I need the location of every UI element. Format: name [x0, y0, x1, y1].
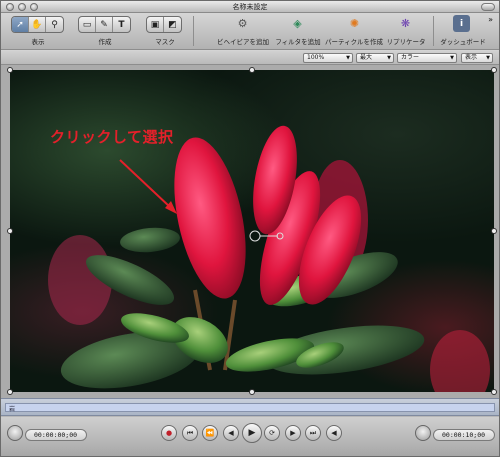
timeline-layer-bar[interactable]: 岩 — [5, 403, 495, 413]
title-bar[interactable]: 名称未設定 — [1, 1, 499, 13]
transform-handle[interactable] — [491, 228, 497, 234]
duration-field[interactable]: 00:00:10;00 — [433, 429, 495, 441]
toolbar-toggle-button[interactable] — [481, 3, 495, 11]
render-quality-value: 最大 — [360, 54, 373, 61]
audio-button[interactable]: ◀ — [326, 425, 342, 441]
add-filter-label[interactable]: フィルタを追加 — [273, 36, 323, 46]
current-time-field[interactable]: 00:00:00;00 — [25, 429, 87, 441]
zoom-level-select[interactable]: 100% ▼ — [303, 53, 353, 63]
select-arrow-icon[interactable]: ➚ — [12, 17, 29, 32]
view-options-select[interactable]: 表示 ▼ — [461, 53, 493, 63]
filter-icon[interactable]: ◈ — [289, 15, 306, 32]
toolbar: ➚ ✋ ⚲ 表示 ▭ ✎ T 作成 ▣ ◩ マスク ⚙ ビヘイビアを追加 ◈ フ… — [1, 13, 499, 50]
channels-select[interactable]: カラー ▼ — [397, 53, 457, 63]
canvas-image[interactable] — [10, 70, 494, 392]
create-tools-label: 作成 — [98, 38, 112, 46]
go-to-end-button[interactable]: ⏭ — [305, 425, 321, 441]
channels-value: カラー — [401, 54, 420, 61]
bezier-tool-icon[interactable]: ✎ — [96, 17, 113, 32]
mask-bezier-icon[interactable]: ◩ — [164, 17, 181, 32]
toolbar-divider — [193, 16, 194, 46]
zoom-level-value: 100% — [307, 54, 325, 61]
toolbar-overflow-icon[interactable]: » — [488, 15, 493, 24]
loop-button[interactable]: ⟳ — [264, 425, 280, 441]
create-tools-group: ▭ ✎ T — [78, 16, 131, 33]
transform-handle[interactable] — [7, 228, 13, 234]
dropdown-arrow-icon: ▼ — [450, 55, 454, 61]
canvas-options-bar: 100% ▼ 最大 ▼ カラー ▼ 表示 ▼ — [1, 51, 499, 65]
mask-rectangle-icon[interactable]: ▣ — [147, 17, 164, 32]
add-behavior-label[interactable]: ビヘイビアを追加 — [213, 36, 273, 46]
previous-frame-button[interactable]: ◀ — [223, 425, 239, 441]
pan-hand-icon[interactable]: ✋ — [29, 17, 46, 32]
duration-clock-icon[interactable] — [415, 425, 431, 441]
transform-handle[interactable] — [491, 67, 497, 73]
particle-icon[interactable]: ✺ — [346, 15, 363, 32]
transform-handle[interactable] — [249, 67, 255, 73]
flower-photo — [48, 125, 490, 392]
transform-handle[interactable] — [249, 389, 255, 395]
mask-tools-group: ▣ ◩ — [146, 16, 182, 33]
transform-handle[interactable] — [7, 389, 13, 395]
dropdown-arrow-icon: ▼ — [387, 55, 391, 61]
view-tools-label: 表示 — [31, 38, 45, 46]
current-time-clock-icon[interactable] — [7, 425, 23, 441]
rectangle-tool-icon[interactable]: ▭ — [79, 17, 96, 32]
canvas-window: 名称未設定 ➚ ✋ ⚲ 表示 ▭ ✎ T 作成 ▣ ◩ マスク ⚙ ビヘイビアを… — [0, 0, 500, 457]
render-quality-select[interactable]: 最大 ▼ — [356, 53, 394, 63]
step-back-button[interactable]: ⏪ — [202, 425, 218, 441]
toolbar-divider — [433, 16, 434, 46]
transport-bar: 00:00:00;00 ● ⏮ ⏪ ◀ ▶ ⟳ ▶ ⏭ ◀ 00:00:10;0… — [1, 417, 499, 456]
go-to-start-button[interactable]: ⏮ — [182, 425, 198, 441]
next-frame-button[interactable]: ▶ — [285, 425, 301, 441]
replicator-label[interactable]: リプリケータ — [385, 36, 427, 46]
dashboard-label[interactable]: ダッシュボード — [438, 36, 488, 46]
canvas-area: クリックして選択 — [1, 65, 499, 398]
zoom-magnifier-icon[interactable]: ⚲ — [46, 17, 63, 32]
dashboard-info-icon[interactable]: i — [453, 15, 470, 32]
timeline-layer-label: 岩 — [9, 406, 16, 413]
make-particles-label[interactable]: パーティクルを作成 — [323, 36, 385, 46]
window-title: 名称未設定 — [232, 3, 268, 11]
dropdown-arrow-icon: ▼ — [486, 55, 490, 61]
text-tool-icon[interactable]: T — [113, 17, 130, 32]
replicator-icon[interactable]: ❋ — [397, 15, 414, 32]
click-to-select-annotation: クリックして選択 — [50, 128, 174, 146]
view-tools-group: ➚ ✋ ⚲ — [11, 16, 64, 33]
dropdown-arrow-icon: ▼ — [346, 55, 350, 61]
view-options-value: 表示 — [465, 54, 478, 61]
play-button[interactable]: ▶ — [242, 423, 262, 443]
mask-tools-label: マスク — [155, 38, 175, 46]
transform-handle[interactable] — [7, 67, 13, 73]
behavior-gear-icon[interactable]: ⚙ — [234, 15, 251, 32]
record-button[interactable]: ● — [161, 425, 177, 441]
transform-handle[interactable] — [491, 389, 497, 395]
mini-timeline[interactable]: 岩 — [1, 398, 499, 416]
